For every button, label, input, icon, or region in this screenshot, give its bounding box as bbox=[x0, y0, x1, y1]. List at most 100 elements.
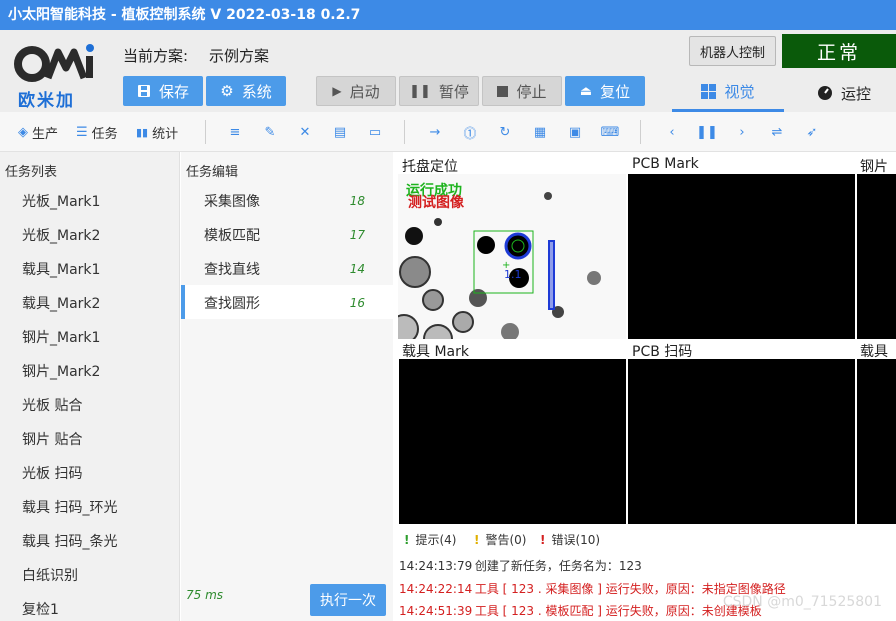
reset-button[interactable]: ⏏ 复位 bbox=[565, 76, 645, 106]
keyboard-icon[interactable]: ⌨ bbox=[601, 123, 620, 141]
windows-icon bbox=[701, 84, 717, 99]
list-icon: ☰ bbox=[76, 125, 88, 140]
stop-button[interactable]: 停止 bbox=[482, 76, 562, 106]
chevron-right-icon[interactable]: › bbox=[733, 123, 751, 141]
warning-icon: ! bbox=[474, 532, 480, 547]
list-item[interactable]: 复检1 bbox=[22, 599, 59, 619]
layers-icon: ◈ bbox=[18, 125, 28, 140]
tool-label: 模板匹配 bbox=[204, 228, 260, 244]
log-line: 14:24:51:39 工具 [ 123 . 模板匹配 ] 运行失败，原因：未创… bbox=[399, 602, 762, 619]
log-line: 14:24:13:79 创建了新任务，任务名为：123 bbox=[399, 557, 642, 574]
comment-icon[interactable]: ▣ bbox=[566, 123, 584, 141]
toolbar-divider bbox=[404, 120, 405, 144]
tool-label: 查找直线 bbox=[204, 262, 260, 278]
floppy-icon bbox=[137, 85, 150, 97]
robot-control-button[interactable]: 机器人控制 bbox=[689, 36, 776, 66]
tool-count: 14 bbox=[349, 262, 365, 276]
system-button[interactable]: ⚙ 系统 bbox=[206, 76, 286, 106]
list-item[interactable]: 光板_Mark2 bbox=[22, 225, 100, 245]
camera-view-carrier-mark[interactable] bbox=[399, 359, 626, 524]
pause-small-icon[interactable]: ❚❚ bbox=[696, 123, 718, 141]
save-button[interactable]: 保存 bbox=[123, 76, 203, 106]
gears-icon: ⚙ bbox=[220, 82, 234, 100]
tab-operation[interactable]: 运控 bbox=[794, 74, 894, 112]
cell-title: PCB 扫码 bbox=[632, 344, 693, 360]
start-button[interactable]: ▶ 启动 bbox=[316, 76, 396, 106]
pause-icon: ❚❚ bbox=[409, 83, 431, 99]
tab-vision[interactable]: 视觉 bbox=[672, 74, 784, 112]
rocket-icon[interactable]: ➶ bbox=[803, 123, 821, 141]
log-tab-info[interactable]: ! 提示(4) bbox=[404, 531, 456, 548]
stats-label: 统计 bbox=[152, 127, 179, 142]
toolbar-stats[interactable]: ▮▮ 统计 bbox=[136, 123, 178, 142]
tool-item-capture[interactable]: 采集图像 18 bbox=[181, 183, 393, 217]
task-editor-title: 任务编辑 bbox=[186, 165, 239, 180]
grid-icon[interactable]: ▦ bbox=[531, 123, 549, 141]
eject-icon: ⏏ bbox=[579, 83, 593, 99]
error-icon: ! bbox=[540, 532, 546, 547]
tool-item-template-match[interactable]: 模板匹配 17 bbox=[181, 217, 393, 251]
list-item[interactable]: 载具 扫码_环光 bbox=[22, 497, 117, 517]
camera-view-pcb-mark[interactable] bbox=[628, 174, 855, 339]
edit-icon[interactable]: ✎ bbox=[261, 123, 279, 141]
tool-item-find-circle[interactable]: 查找圆形 16 bbox=[181, 285, 393, 319]
reset-label: 复位 bbox=[600, 82, 631, 101]
list-item[interactable]: 载具_Mark2 bbox=[22, 293, 100, 313]
list-item[interactable]: 钢片_Mark1 bbox=[22, 327, 100, 347]
window-title: 小太阳智能科技 - 植板控制系统 V 2022-03-18 0.2.7 bbox=[0, 0, 896, 30]
log-time: 14:24:13:79 bbox=[399, 559, 473, 573]
monitor-icon[interactable]: ▭ bbox=[366, 123, 384, 141]
tool-count: 18 bbox=[349, 194, 365, 208]
task-editor-panel: 任务编辑 采集图像 18 模板匹配 17 查找直线 14 查找圆形 16 75 … bbox=[181, 152, 393, 621]
task-list-panel: 任务列表 光板_Mark1 光板_Mark2 载具_Mark1 载具_Mark2… bbox=[0, 152, 180, 621]
scheme-label: 当前方案: bbox=[123, 47, 189, 65]
gauge-icon bbox=[817, 86, 832, 100]
toolbar-divider bbox=[640, 120, 641, 144]
loop-icon[interactable]: ↻ bbox=[496, 123, 514, 141]
list-item[interactable]: 光板 贴合 bbox=[22, 395, 82, 415]
tab-operation-label: 运控 bbox=[840, 84, 871, 103]
task-label: 任务 bbox=[91, 127, 118, 142]
save-label: 保存 bbox=[158, 82, 189, 101]
overlay-test-image: 测试图像 bbox=[408, 195, 464, 211]
clipboard-icon[interactable]: ▤ bbox=[331, 123, 349, 141]
pause-button[interactable]: ❚❚ 暂停 bbox=[399, 76, 479, 106]
sliders-icon[interactable]: ⇌ bbox=[768, 123, 786, 141]
list-item[interactable]: 光板_Mark1 bbox=[22, 191, 100, 211]
log-tabs: ! 提示(4) ! 警告(0) ! 错误(10) bbox=[394, 526, 896, 550]
info-icon: ! bbox=[404, 532, 410, 547]
watermark: CSDN @m0_71525801 bbox=[722, 594, 882, 610]
log-tab-warn-label: 警告(0) bbox=[485, 533, 527, 547]
execution-time: 75 ms bbox=[186, 588, 224, 602]
toolbar-task[interactable]: ☰ 任务 bbox=[76, 123, 118, 142]
delete-icon[interactable]: ✕ bbox=[296, 123, 314, 141]
camera-view-pcb-scan[interactable] bbox=[628, 359, 855, 524]
log-time: 14:24:22:14 bbox=[399, 582, 473, 596]
camera-view-carrier-scan[interactable] bbox=[857, 359, 896, 524]
tool-item-find-line[interactable]: 查找直线 14 bbox=[181, 251, 393, 285]
arrow-right-icon[interactable]: → bbox=[426, 123, 444, 141]
log-tab-error[interactable]: ! 错误(10) bbox=[540, 531, 600, 548]
toolbar-production[interactable]: ◈ 生产 bbox=[18, 123, 58, 142]
camera-view-tray[interactable]: 1.1 + 运行成功 测试图像 bbox=[398, 174, 626, 339]
menu-icon[interactable]: ≡ bbox=[226, 123, 244, 141]
stop-label: 停止 bbox=[516, 82, 547, 101]
log-tab-error-label: 错误(10) bbox=[551, 533, 601, 547]
list-item[interactable]: 载具 扫码_条光 bbox=[22, 531, 117, 551]
list-item[interactable]: 光板 扫码 bbox=[22, 463, 82, 483]
camera-view-steel[interactable] bbox=[857, 174, 896, 339]
tab-vision-label: 视觉 bbox=[724, 83, 755, 101]
svg-text:+: + bbox=[502, 260, 510, 271]
start-label: 启动 bbox=[349, 82, 380, 101]
play-icon: ▶ bbox=[332, 84, 342, 98]
list-item[interactable]: 载具_Mark1 bbox=[22, 259, 100, 279]
list-item[interactable]: 钢片_Mark2 bbox=[22, 361, 100, 381]
log-text: 工具 [ 123 . 模板匹配 ] 运行失败，原因：未创建模板 bbox=[474, 604, 762, 618]
run-once-button[interactable]: 执行一次 bbox=[310, 584, 386, 616]
chevron-left-icon[interactable]: ‹ bbox=[663, 123, 681, 141]
cell-title: 托盘定位 bbox=[402, 159, 458, 175]
list-item[interactable]: 钢片 贴合 bbox=[22, 429, 82, 449]
list-item[interactable]: 白纸识别 bbox=[22, 565, 78, 585]
step-icon[interactable]: ⓵ bbox=[461, 123, 479, 142]
log-tab-warn[interactable]: ! 警告(0) bbox=[474, 531, 526, 548]
